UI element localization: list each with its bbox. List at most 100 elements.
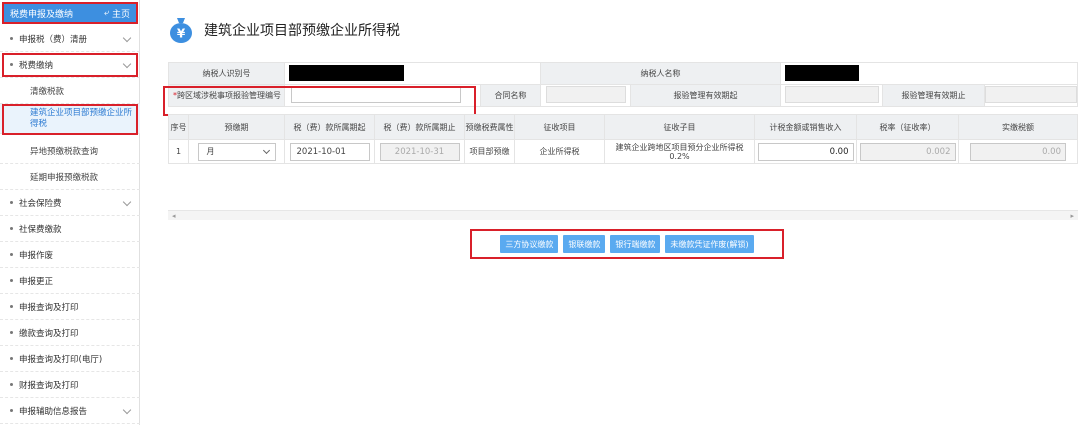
taxpayer-id-value bbox=[284, 62, 541, 85]
bank-payment-button[interactable]: 银行端缴款 bbox=[610, 235, 661, 253]
sidebar-item-declaration-correct[interactable]: 申报更正 bbox=[0, 268, 140, 294]
sidebar-subitem-construction-prepay[interactable]: 建筑企业项目部预缴企业所得税 bbox=[0, 104, 140, 134]
page-title: 建筑企业项目部预缴企业所得税 bbox=[204, 23, 400, 39]
void-voucher-button[interactable]: 未缴款凭证作废(解锁) bbox=[665, 235, 754, 253]
sub-item-cell: 建筑企业跨地区项目预分企业所得税0.2% bbox=[604, 139, 755, 164]
bullet-icon bbox=[10, 305, 13, 308]
valid-to-input[interactable] bbox=[985, 86, 1077, 103]
row-index: 1 bbox=[168, 139, 189, 164]
period-select[interactable]: 月 bbox=[197, 142, 276, 161]
sidebar-item-declaration-query-hall[interactable]: 申报查询及打印(电厅) bbox=[0, 346, 140, 372]
chevron-down-icon bbox=[122, 197, 132, 207]
bullet-icon bbox=[10, 279, 13, 282]
sidebar-item-label: 财报查询及打印 bbox=[19, 380, 79, 391]
bullet-icon bbox=[10, 37, 13, 40]
taxable-amount-input[interactable]: 0.00 bbox=[757, 142, 854, 161]
taxable-amount-cell: 0.00 bbox=[754, 139, 857, 164]
sidebar-item-label: 申报税（费）清册 bbox=[19, 34, 88, 45]
table-row: 1 月 2021-10-01 2021-10-31 项目部预缴 企业所得税 建筑… bbox=[168, 139, 1078, 164]
redacted-block bbox=[785, 64, 859, 81]
svg-text:¥: ¥ bbox=[177, 27, 186, 41]
taxpayer-info-form: 纳税人识别号 纳税人名称 *跨区域涉税事项报验管理编号 合同名称 报验管理有效期… bbox=[168, 62, 1078, 107]
chevron-down-icon bbox=[122, 59, 132, 69]
sidebar-item-label: 申报更正 bbox=[19, 276, 54, 287]
column-header: 实缴税额 bbox=[958, 114, 1078, 140]
bullet-icon bbox=[10, 357, 13, 360]
sidebar-item-label: 缴款查询及打印 bbox=[19, 328, 79, 339]
bullet-icon bbox=[10, 227, 13, 230]
cross-region-field-cell bbox=[284, 84, 481, 107]
page-header: ¥ 建筑企业项目部预缴企业所得税 bbox=[168, 16, 400, 44]
bullet-icon bbox=[10, 63, 13, 66]
rate-input: 0.002 bbox=[859, 142, 956, 161]
contract-name-field-cell bbox=[540, 84, 631, 107]
period-select-value: 月 bbox=[206, 147, 215, 156]
taxpayer-name-label: 纳税人名称 bbox=[540, 62, 781, 85]
column-header: 征收子目 bbox=[604, 114, 755, 140]
tripartite-payment-button[interactable]: 三方协议缴款 bbox=[500, 235, 559, 253]
start-date-input[interactable]: 2021-10-01 bbox=[289, 142, 370, 161]
bullet-icon bbox=[10, 331, 13, 334]
chevron-down-icon bbox=[262, 146, 270, 154]
sidebar-item-social-insurance[interactable]: 社会保险费 bbox=[0, 190, 140, 216]
sidebar-item-declaration-list[interactable]: 申报税（费）清册 bbox=[0, 26, 140, 52]
sidebar-item-social-payment[interactable]: 社保费缴款 bbox=[0, 216, 140, 242]
period-cell: 月 bbox=[188, 139, 285, 164]
table-header-row: 序号 预缴期 税（费）款所属期起 税（费）款所属期止 预缴税费属性 征收项目 征… bbox=[168, 114, 1078, 140]
sidebar-subitem-clear-tax[interactable]: 清缴税款 bbox=[0, 78, 140, 104]
item-cell: 企业所得税 bbox=[514, 139, 605, 164]
end-date-cell: 2021-10-31 bbox=[374, 139, 465, 164]
rate-cell: 0.002 bbox=[856, 139, 959, 164]
sidebar-item-financial-report-query[interactable]: 财报查询及打印 bbox=[0, 372, 140, 398]
sidebar-item-label: 申报查询及打印 bbox=[19, 302, 79, 313]
column-header: 预缴税费属性 bbox=[464, 114, 515, 140]
cross-region-input[interactable] bbox=[291, 86, 461, 103]
sidebar-item-tax-payment[interactable]: 税费缴纳 bbox=[0, 52, 140, 78]
valid-from-input[interactable] bbox=[784, 86, 879, 103]
sidebar-subitem-remote-prepay-query[interactable]: 异地预缴税款查询 bbox=[0, 138, 140, 164]
start-date-cell: 2021-10-01 bbox=[284, 139, 375, 164]
sidebar-item-label: 社保费缴款 bbox=[19, 224, 62, 235]
paid-tax-cell: 0.00 bbox=[958, 139, 1078, 164]
chevron-down-icon bbox=[122, 405, 132, 415]
contract-name-input[interactable] bbox=[545, 86, 626, 103]
sidebar-item-declaration-void[interactable]: 申报作废 bbox=[0, 242, 140, 268]
horizontal-scrollbar[interactable]: ◂ ▸ bbox=[168, 210, 1078, 220]
bullet-icon bbox=[10, 253, 13, 256]
sidebar-item-label: 税费缴纳 bbox=[19, 60, 54, 71]
column-header: 预缴期 bbox=[188, 114, 285, 140]
valid-from-field-cell bbox=[780, 84, 883, 107]
sidebar-item-label: 申报辅助信息报告 bbox=[19, 406, 88, 417]
sidebar-title: 税费申报及缴纳 bbox=[10, 9, 74, 20]
column-header: 计税金额或销售收入 bbox=[754, 114, 857, 140]
paid-tax-input: 0.00 bbox=[970, 142, 1066, 161]
action-button-bar: 三方协议缴款 银联缴款 银行端缴款 未缴款凭证作废(解锁) bbox=[470, 229, 784, 259]
end-date-input[interactable]: 2021-10-31 bbox=[379, 142, 460, 161]
column-header: 税（费）款所属期止 bbox=[374, 114, 465, 140]
chevron-down-icon bbox=[122, 33, 132, 43]
home-label: 主页 bbox=[111, 9, 130, 20]
scroll-right-icon[interactable]: ▸ bbox=[1070, 212, 1074, 220]
sidebar-item-label: 申报作废 bbox=[19, 250, 54, 261]
sidebar-subitem-deferred-prepay[interactable]: 延期申报预缴税款 bbox=[0, 164, 140, 190]
sidebar-item-aux-info-report[interactable]: 申报辅助信息报告 bbox=[0, 398, 140, 424]
sidebar-item-declaration-query[interactable]: 申报查询及打印 bbox=[0, 294, 140, 320]
back-arrow-icon: ⤶ bbox=[103, 8, 109, 18]
column-header: 序号 bbox=[168, 114, 189, 140]
bullet-icon bbox=[10, 383, 13, 386]
unionpay-payment-button[interactable]: 银联缴款 bbox=[563, 235, 606, 253]
taxpayer-name-value bbox=[780, 62, 1078, 85]
contract-name-label: 合同名称 bbox=[480, 84, 541, 107]
sidebar-header[interactable]: 税费申报及缴纳 ⤶ 主页 bbox=[2, 2, 138, 24]
sidebar-item-label: 申报查询及打印(电厅) bbox=[19, 354, 103, 365]
valid-to-field-cell bbox=[984, 84, 1078, 107]
cross-region-label: *跨区域涉税事项报验管理编号 bbox=[168, 84, 285, 107]
column-header: 税率（征收率） bbox=[856, 114, 959, 140]
bullet-icon bbox=[10, 201, 13, 204]
scroll-left-icon[interactable]: ◂ bbox=[172, 212, 176, 220]
sidebar-item-payment-query[interactable]: 缴款查询及打印 bbox=[0, 320, 140, 346]
column-header: 征收项目 bbox=[514, 114, 605, 140]
home-link[interactable]: ⤶ 主页 bbox=[104, 7, 130, 20]
tax-detail-table: 序号 预缴期 税（费）款所属期起 税（费）款所属期止 预缴税费属性 征收项目 征… bbox=[168, 114, 1078, 164]
taxpayer-id-label: 纳税人识别号 bbox=[168, 62, 285, 85]
